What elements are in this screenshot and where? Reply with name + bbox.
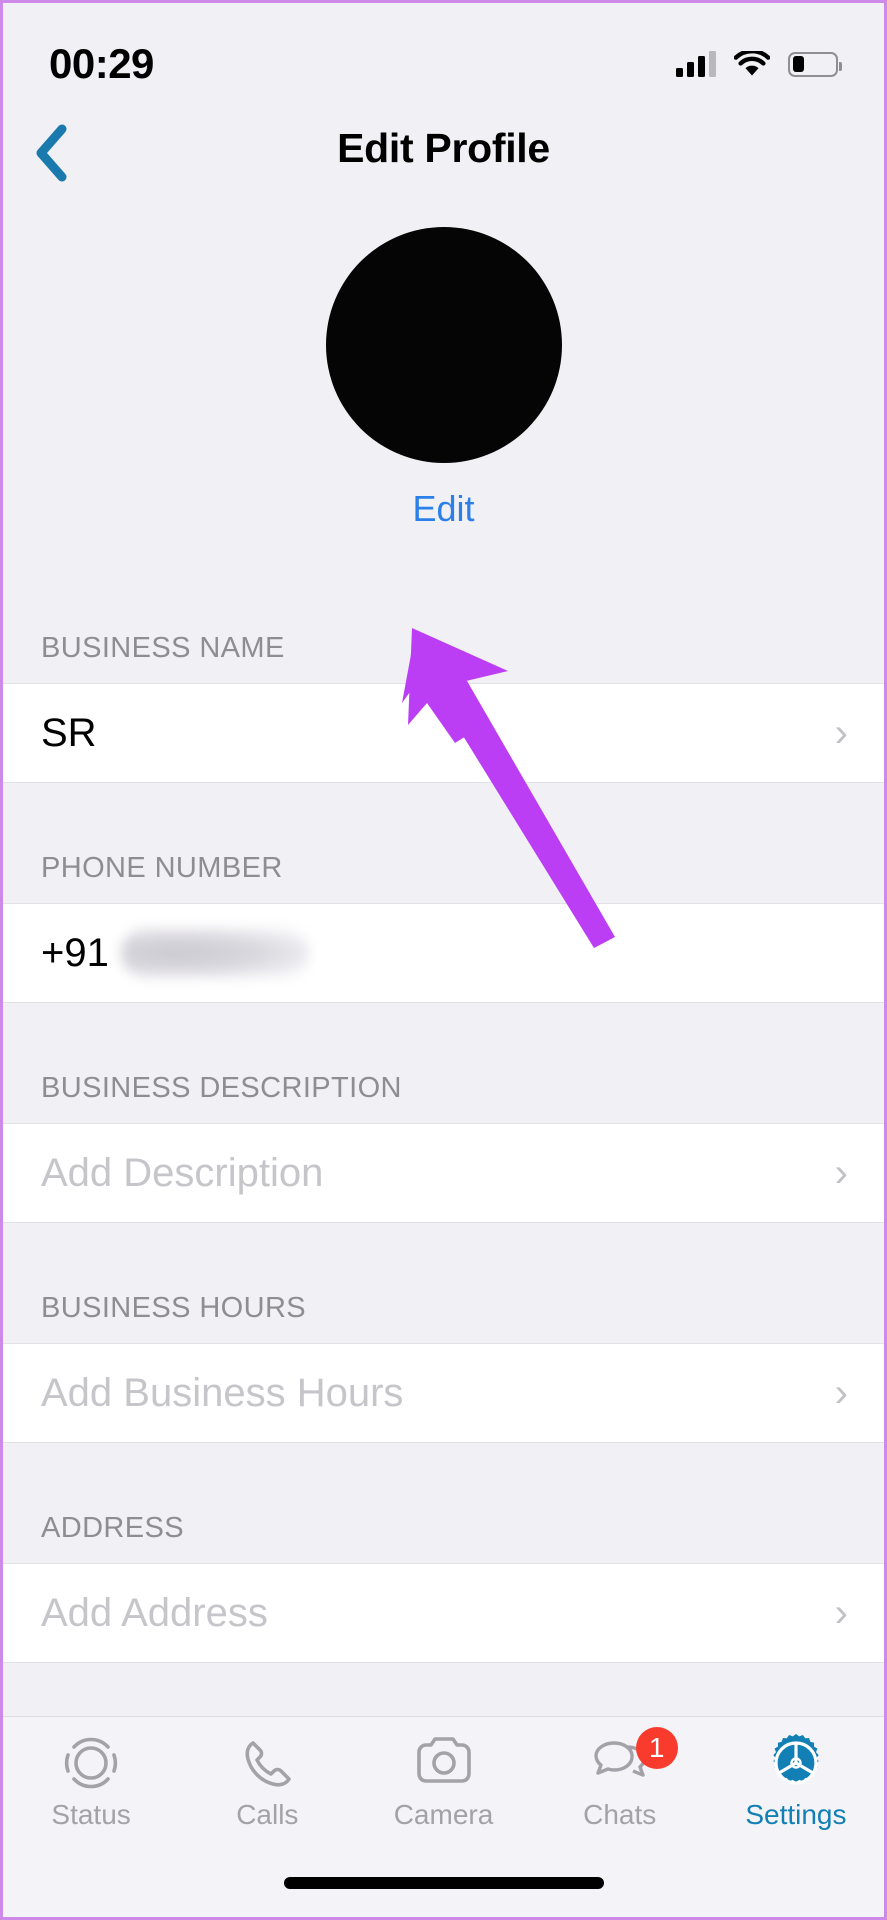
tab-label-calls: Calls	[236, 1799, 299, 1830]
tab-status[interactable]: Status	[3, 1731, 179, 1859]
status-rings-icon	[61, 1731, 121, 1795]
camera-icon	[413, 1731, 475, 1795]
status-bar: 00:29	[3, 3, 884, 111]
page-title: Edit Profile	[337, 125, 550, 171]
edit-avatar-link[interactable]: Edit	[3, 488, 884, 530]
home-indicator	[283, 1877, 604, 1889]
phone-country-code: +91	[41, 930, 109, 975]
row-business-name[interactable]: SR ›	[3, 683, 884, 783]
tab-calls[interactable]: Calls	[179, 1731, 355, 1859]
tab-chats[interactable]: 1 Chats	[532, 1727, 708, 1859]
tab-label-status: Status	[51, 1799, 131, 1830]
row-address[interactable]: Add Address ›	[3, 1563, 884, 1663]
row-value-business-hours: Add Business Hours	[41, 1370, 404, 1415]
row-business-hours[interactable]: Add Business Hours ›	[3, 1343, 884, 1443]
nav-bar: Edit Profile	[3, 111, 884, 203]
chevron-right-icon: ›	[834, 1371, 848, 1415]
status-time: 00:29	[49, 40, 154, 87]
tab-label-settings: Settings	[745, 1799, 847, 1830]
row-value-business-name: SR	[41, 710, 97, 755]
row-value-business-description: Add Description	[41, 1150, 324, 1195]
chats-badge: 1	[635, 1727, 678, 1769]
tab-label-camera: Camera	[393, 1799, 494, 1830]
section-label-address: ADDRESS	[3, 1443, 884, 1563]
section-label-business-name: BUSINESS NAME	[3, 563, 884, 683]
tab-settings[interactable]: Settings	[708, 1731, 884, 1859]
chevron-right-icon: ›	[834, 1151, 848, 1195]
wifi-icon	[734, 50, 770, 75]
profile-avatar[interactable]	[325, 227, 562, 463]
battery-icon	[788, 51, 842, 77]
row-business-description[interactable]: Add Description ›	[3, 1123, 884, 1223]
profile-fields-list: BUSINESS NAME SR › PHONE NUMBER +91 › BU…	[3, 563, 884, 1917]
section-label-phone-number: PHONE NUMBER	[3, 783, 884, 903]
avatar-area: Edit	[3, 203, 884, 563]
redacted-phone-digits	[120, 928, 309, 978]
row-phone-number[interactable]: +91 ›	[3, 903, 884, 1003]
gear-icon	[765, 1731, 827, 1795]
tab-label-chats: Chats	[583, 1799, 657, 1830]
tab-camera[interactable]: Camera	[355, 1731, 531, 1859]
section-label-business-hours: BUSINESS HOURS	[3, 1223, 884, 1343]
chevron-right-icon: ›	[834, 711, 848, 755]
status-icons	[676, 37, 842, 78]
tab-bar: Status Calls Camera 1 Chats Settings	[3, 1716, 884, 1917]
phone-screen: 00:29 Edit Profile Edit BUSINESS NAME SR…	[0, 0, 887, 1920]
chevron-right-icon: ›	[834, 1591, 848, 1635]
chat-bubbles-icon: 1	[588, 1727, 678, 1795]
row-value-phone-number: +91	[41, 928, 309, 978]
phone-handset-icon	[238, 1731, 296, 1795]
cellular-bars-icon	[676, 51, 716, 77]
row-value-address: Add Address	[41, 1590, 268, 1635]
section-label-business-description: BUSINESS DESCRIPTION	[3, 1003, 884, 1123]
